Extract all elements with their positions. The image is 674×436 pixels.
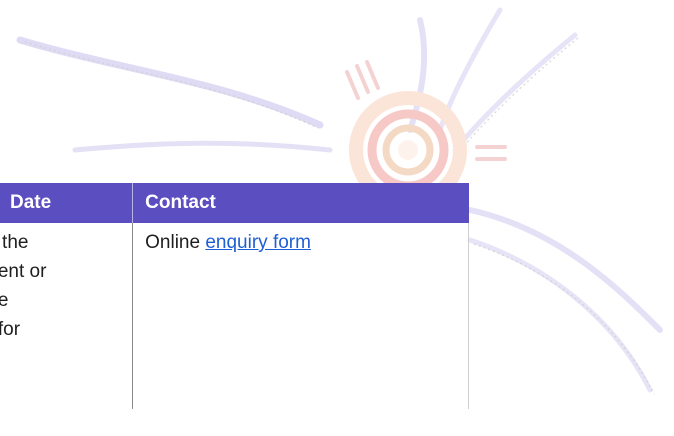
contact-cell: Online enquiry form xyxy=(132,223,469,409)
header-date-label: Date xyxy=(10,192,52,213)
header-contact-label: Contact xyxy=(145,192,216,213)
table-row: ct the ment or the e for . Online enquir… xyxy=(0,223,469,409)
header-date: Date xyxy=(0,183,134,223)
date-cell-text: ct the ment or the e for . xyxy=(0,232,47,340)
events-table: Date Contact ct the ment or the e for . … xyxy=(0,183,469,409)
date-cell: ct the ment or the e for . xyxy=(0,223,134,409)
table-header-row: Date Contact xyxy=(0,183,469,223)
enquiry-form-link[interactable]: enquiry form xyxy=(205,232,311,253)
page: Date Contact ct the ment or the e for . … xyxy=(0,0,674,436)
header-contact: Contact xyxy=(132,183,469,223)
contact-prefix-text: Online xyxy=(145,232,206,253)
